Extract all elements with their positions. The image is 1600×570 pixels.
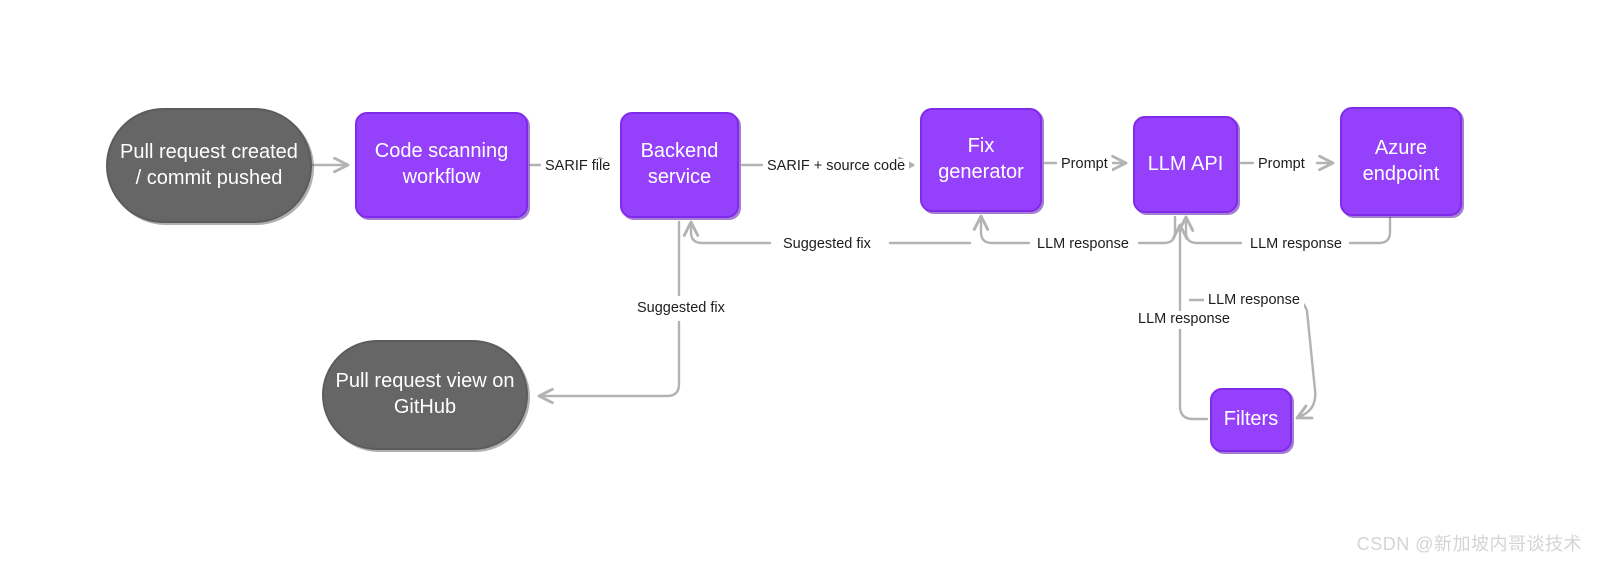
edge-filters-to-llmapi-response xyxy=(1178,328,1209,421)
edge-llmapi-to-fixgen-response-2 xyxy=(972,214,1031,245)
edge-label-llm-response-filters-to-llm-api: LLM response xyxy=(1134,312,1234,327)
node-fix-generator[interactable]: Fix generator xyxy=(920,108,1042,212)
node-backend-service-label: Backend service xyxy=(640,140,719,188)
edge-backend-to-prview-lower xyxy=(537,320,681,405)
node-pull-request-view[interactable]: Pull request view on GitHub xyxy=(322,340,528,450)
edge-azure-to-llmapi-response-2 xyxy=(1177,215,1243,245)
node-azure-endpoint[interactable]: Azure endpoint xyxy=(1340,107,1462,216)
edge-label-llm-response-azure-to-llm-api: LLM response xyxy=(1246,237,1346,252)
node-azure-endpoint-label: Azure endpoint xyxy=(1362,136,1440,185)
edge-label-suggested-fix-to-pr-view: Suggested fix xyxy=(633,301,729,316)
edge-fixgen-to-backend-response-2 xyxy=(682,220,772,245)
edge-azure-to-llmapi-response xyxy=(1348,216,1392,245)
edge-label-suggested-fix-to-backend: Suggested fix xyxy=(779,237,875,252)
edge-label-sarif-file: SARIF file xyxy=(541,159,615,174)
edge-label-llm-response-azure-to-filters: LLM response xyxy=(1204,293,1304,308)
edge-label-prompt-to-llm-api: Prompt xyxy=(1057,157,1112,172)
node-backend-service[interactable]: Backend service xyxy=(620,112,739,218)
node-fix-generator-label: Fix generator xyxy=(938,135,1024,183)
node-filters[interactable]: Filters xyxy=(1210,388,1292,452)
watermark: CSDN @新加坡内哥谈技术 xyxy=(1356,534,1582,554)
edge-label-prompt-to-azure: Prompt xyxy=(1254,157,1309,172)
node-code-scanning-workflow-label: Code scanning workflow xyxy=(374,140,509,188)
node-llm-api[interactable]: LLM API xyxy=(1133,116,1238,213)
edge-label-sarif-source-code: SARIF + source code xyxy=(763,159,910,174)
edge-label-llm-response-llm-api-to-fix-generator: LLM response xyxy=(1033,237,1133,252)
diagram-canvas: Pull request created / commit pushed Cod… xyxy=(0,0,1600,570)
node-filters-label: Filters xyxy=(1223,408,1279,431)
edge-llmapi-to-fixgen-response xyxy=(1137,215,1177,245)
node-pull-request-trigger-label: Pull request created / commit pushed xyxy=(120,140,298,189)
connector-layer xyxy=(310,154,1392,421)
node-llm-api-label: LLM API xyxy=(1147,152,1224,175)
node-pull-request-view-label: Pull request view on GitHub xyxy=(335,370,515,418)
node-pull-request-trigger[interactable]: Pull request created / commit pushed xyxy=(106,108,312,223)
node-code-scanning-workflow[interactable]: Code scanning workflow xyxy=(355,112,528,218)
